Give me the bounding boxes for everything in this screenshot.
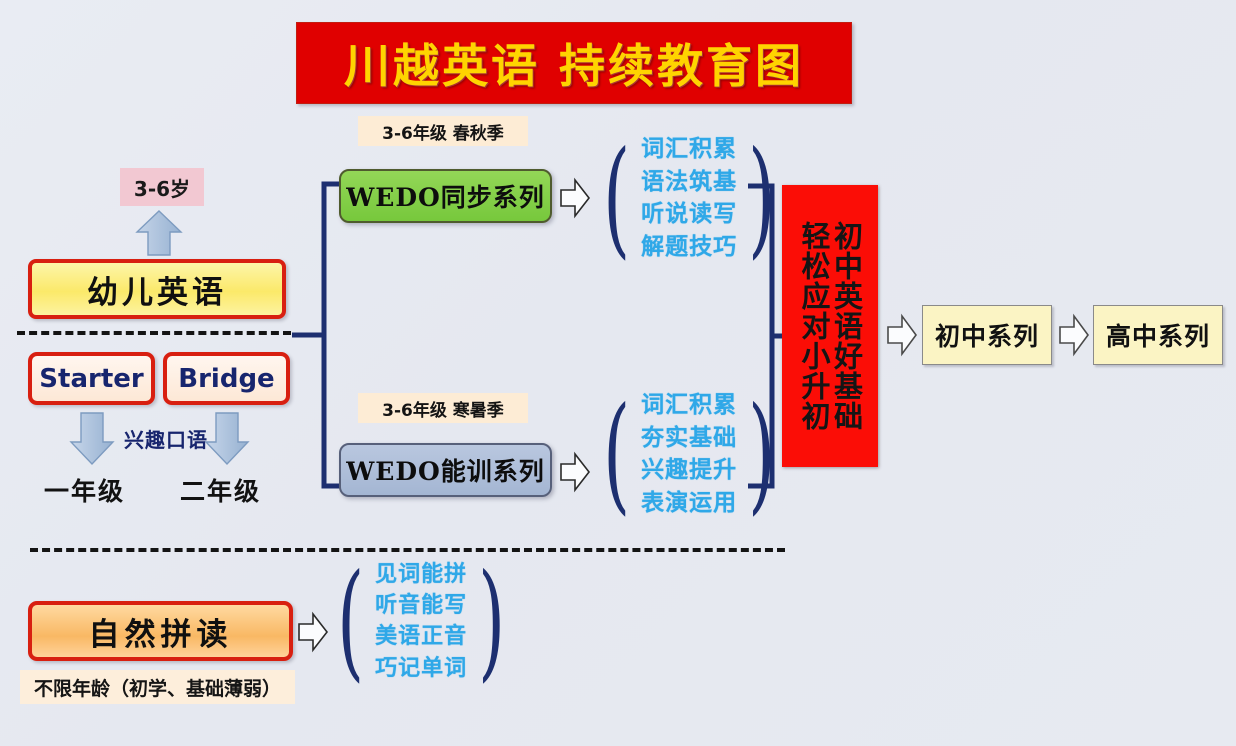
right-arrow-icon [887,313,917,357]
kids-english-box[interactable]: 幼儿英语 [28,259,286,319]
down-arrow-icon [204,412,250,466]
outcome-item: 听说读写 [641,201,738,228]
outcome-item: 听音能写 [375,593,468,619]
outcome-item: 美语正音 [375,624,468,650]
grade-label-2: 二年级 [180,477,262,506]
grade-label-1: 一年级 [44,477,126,506]
page-title-text: 川越英语 持续教育图 [343,39,804,93]
track-tag-2: 3-6年级 寒暑季 [358,393,528,423]
right-arrow-icon [298,611,329,653]
right-arrow-icon [1059,313,1089,357]
right-arrow-icon [560,177,591,219]
outcome-line-right: 初中英语好基础 [829,221,864,431]
course-box-wedo-sync[interactable]: WEDO同步系列 [339,169,552,223]
outcome-item: 夯实基础 [641,424,738,451]
outcome-item: 表演运用 [641,489,738,516]
right-arrow-icon [560,451,591,493]
outcome-item: 语法筑基 [641,168,738,195]
level-box-bridge[interactable]: Bridge [163,352,290,405]
series-box-high-school[interactable]: 高中系列 [1093,305,1223,365]
level-box-starter[interactable]: Starter [28,352,155,405]
phonics-note: 不限年龄（初学、基础薄弱） [20,670,295,704]
divider-upper [17,331,291,335]
course-box-wedo-skill[interactable]: WEDO能训系列 [339,443,552,497]
track-tag-1: 3-6年级 春秋季 [358,116,528,146]
outcome-highlight-box: 初中英语好基础 轻松应对小升初 [782,185,878,467]
outcome-item: 解题技巧 [641,233,738,260]
divider-lower [30,548,785,552]
diagram-canvas: 川越英语 持续教育图 3-6岁 幼儿英语 Starter Bridge 兴趣口语… [0,0,1236,746]
outcome-item: 兴趣提升 [641,457,738,484]
age-badge: 3-6岁 [120,168,204,206]
outcome-item: 词汇积累 [641,392,738,418]
series-box-middle-school[interactable]: 初中系列 [922,305,1052,365]
outcome-list-3: ( 见词能拼 听音能写 美语正音 巧记单词 ) [337,547,506,695]
outcome-item: 巧记单词 [375,655,468,681]
oral-note-label: 兴趣口语 [124,428,208,452]
outcome-line-left: 轻松应对小升初 [797,221,831,431]
bracket-connector-icon [292,181,348,489]
down-arrow-icon [69,412,115,466]
up-arrow-icon [135,210,183,256]
outcome-item: 见词能拼 [375,562,468,587]
outcome-item: 词汇积累 [641,136,738,162]
page-title: 川越英语 持续教育图 [296,22,852,104]
phonics-box[interactable]: 自然拼读 [28,601,293,661]
